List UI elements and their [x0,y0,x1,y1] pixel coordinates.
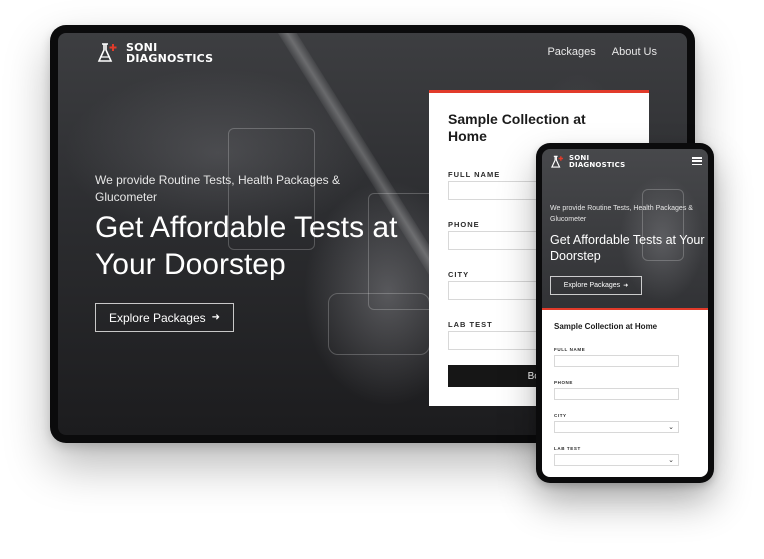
brand-logo[interactable]: SONI DIAGNOSTICS [96,42,213,64]
chevron-down-icon: ⌄ [668,457,674,464]
nav-item-packages[interactable]: Packages [547,46,595,58]
top-nav: Packages About Us [547,46,657,58]
hero-subtitle-mobile: We provide Routine Tests, Health Package… [550,205,693,223]
lab-test-label: LAB TEST [554,446,581,451]
hamburger-menu-icon[interactable] [692,157,702,165]
form-title: Sample Collection at Home [448,111,586,144]
flask-plus-icon [551,155,564,168]
explore-packages-button[interactable]: Explore Packages ➜ [95,303,234,332]
phone-label: PHONE [448,220,480,229]
sample-collection-form-mobile: Sample Collection at Home FULL NAME PHON… [542,308,708,477]
hero-subtitle: We provide Routine Tests, Health Package… [95,173,341,204]
full-name-label: FULL NAME [448,170,501,179]
explore-packages-button-mobile[interactable]: Explore Packages ➜ [550,276,642,295]
brand-name: SONI DIAGNOSTICS [126,42,213,64]
city-select[interactable]: ⌄ [554,421,679,433]
chevron-down-icon: ⌄ [668,424,674,431]
phone-input[interactable] [554,388,679,400]
mobile-device-frame: SONI DIAGNOSTICS We provide Routine Test… [536,143,714,483]
lab-test-label: LAB TEST [448,320,493,329]
lab-test-select[interactable]: ⌄ [554,454,679,466]
brand-name: SONI DIAGNOSTICS [569,155,625,169]
phone-label: PHONE [554,380,574,385]
hero-title: Get Affordable Tests at Your Doorstep [95,211,398,281]
explore-packages-label: Explore Packages [108,310,206,325]
arrow-right-icon: ➜ [211,312,221,323]
arrow-right-icon: ➜ [623,283,629,289]
form-title: Sample Collection at Home [554,322,658,331]
dish-shape [328,293,430,355]
city-label: CITY [554,413,567,418]
brand-name-line2: DIAGNOSTICS [569,161,626,169]
nav-item-about-us[interactable]: About Us [612,46,657,58]
flask-plus-icon [97,43,117,62]
full-name-label: FULL NAME [554,347,586,352]
explore-packages-label: Explore Packages [563,282,621,289]
brand-name-line2: DIAGNOSTICS [126,52,214,65]
mobile-screen: SONI DIAGNOSTICS We provide Routine Test… [542,149,708,477]
brand-logo-mobile[interactable]: SONI DIAGNOSTICS [550,155,625,169]
hero-title-mobile: Get Affordable Tests at Your Doorstep [550,233,705,263]
city-label: CITY [448,270,470,279]
full-name-input[interactable] [554,355,679,367]
